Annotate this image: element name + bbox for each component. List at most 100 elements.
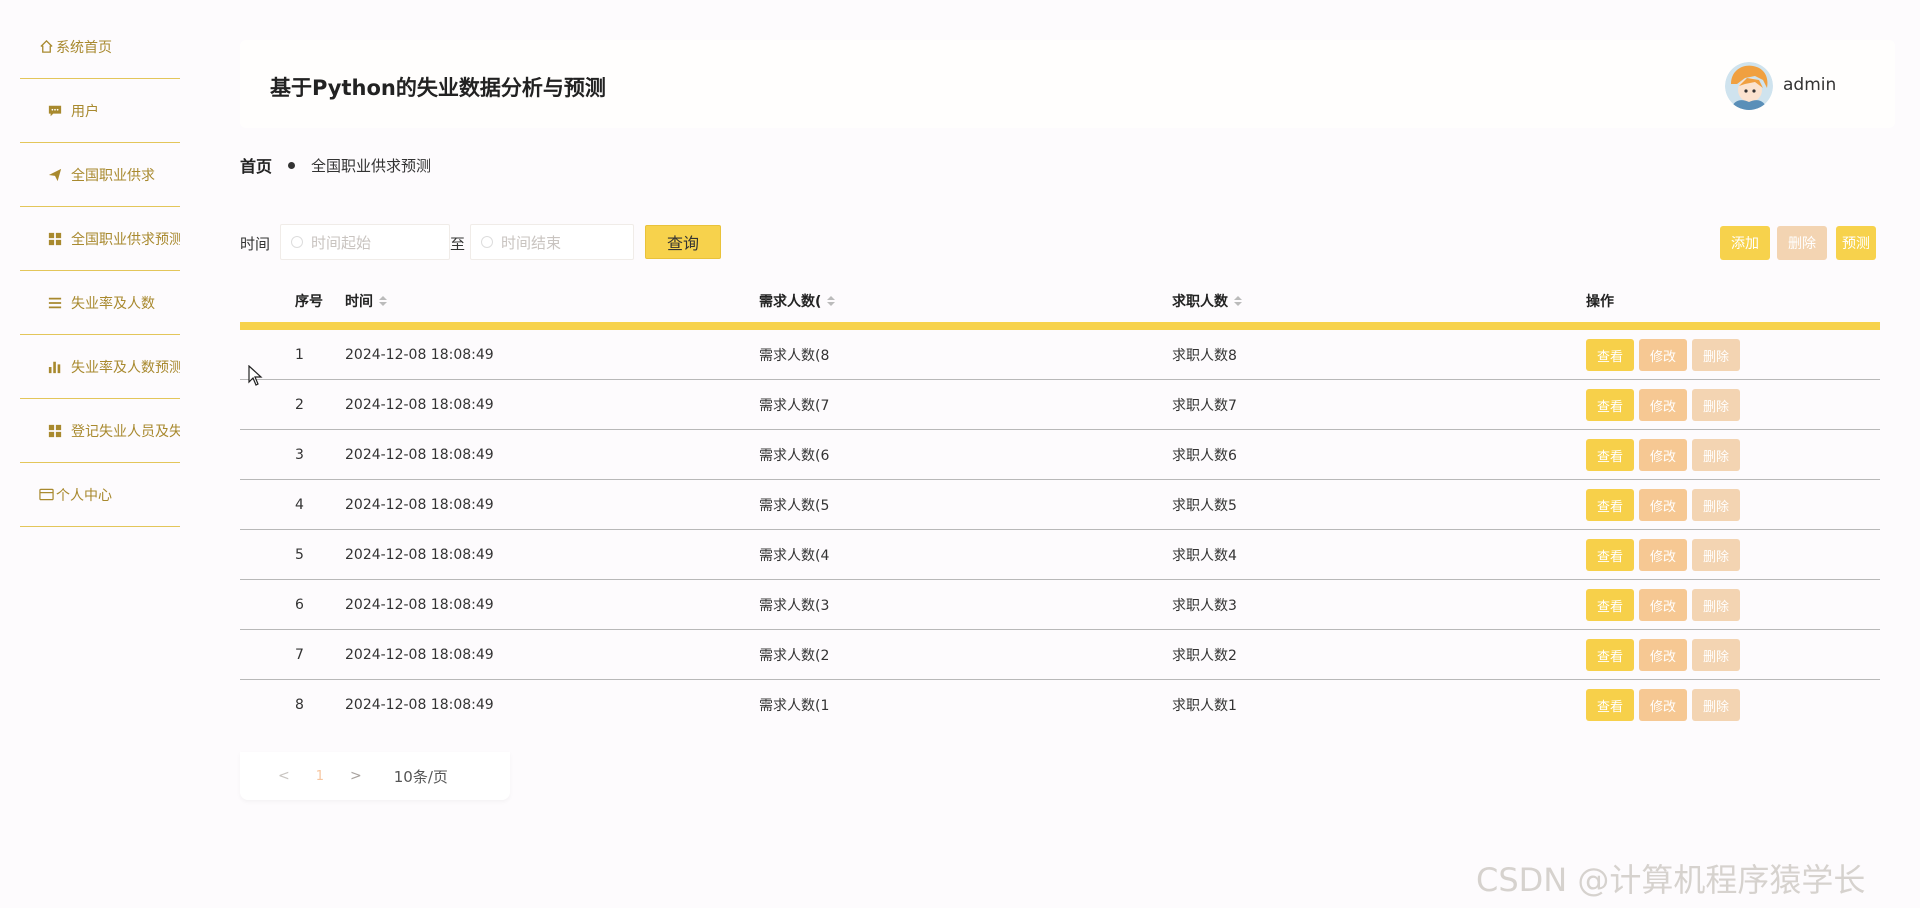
cell-time: 2024-12-08 18:08:49 — [345, 547, 494, 563]
view-button[interactable]: 查看 — [1586, 589, 1634, 621]
list-icon — [47, 295, 63, 311]
table-row[interactable]: 7 2024-12-08 18:08:49 需求人数(2 求职人数2 查看 修改… — [240, 630, 1880, 680]
delete-button[interactable]: 删除 — [1692, 639, 1740, 671]
home-icon — [38, 39, 54, 55]
cell-seekers: 求职人数3 — [1172, 598, 1237, 614]
sort-icon[interactable] — [827, 296, 836, 306]
cell-demand: 需求人数(3 — [759, 598, 830, 614]
table-row[interactable]: 3 2024-12-08 18:08:49 需求人数(6 求职人数6 查看 修改… — [240, 430, 1880, 480]
sidebar-item-users[interactable]: 用户 — [20, 79, 180, 143]
end-time-placeholder: 时间结束 — [501, 233, 562, 252]
clock-icon — [291, 236, 303, 248]
edit-button[interactable]: 修改 — [1639, 589, 1687, 621]
cell-demand: 需求人数(7 — [759, 398, 830, 414]
next-page-button[interactable]: > — [350, 768, 362, 784]
edit-button[interactable]: 修改 — [1639, 489, 1687, 521]
table-row[interactable]: 4 2024-12-08 18:08:49 需求人数(5 求职人数5 查看 修改… — [240, 480, 1880, 530]
cell-time: 2024-12-08 18:08:49 — [345, 497, 494, 513]
cell-time: 2024-12-08 18:08:49 — [345, 697, 494, 713]
cell-time: 2024-12-08 18:08:49 — [345, 597, 494, 613]
table-header: 序号 时间 需求人数( 求职人数 操作 — [240, 280, 1880, 322]
add-button[interactable]: 添加 — [1720, 226, 1770, 260]
view-button[interactable]: 查看 — [1586, 489, 1634, 521]
end-time-input[interactable]: 时间结束 — [470, 224, 634, 260]
col-demand[interactable]: 需求人数( — [759, 280, 836, 322]
current-page[interactable]: 1 — [316, 769, 324, 784]
bar-chart-icon — [47, 359, 63, 375]
predict-button[interactable]: 预测 — [1836, 226, 1876, 260]
sidebar-item-profile[interactable]: 个人中心 — [20, 463, 180, 527]
cell-seekers: 求职人数7 — [1172, 398, 1237, 414]
clock-icon — [481, 236, 493, 248]
cell-seekers: 求职人数1 — [1172, 698, 1237, 714]
sort-icon[interactable] — [1234, 296, 1242, 306]
cell-index: 1 — [295, 347, 304, 363]
sidebar-item-supply-demand-forecast[interactable]: 全国职业供求预测 — [20, 207, 180, 271]
sidebar-item-home[interactable]: 系统首页 — [20, 15, 180, 79]
delete-button[interactable]: 删除 — [1692, 539, 1740, 571]
cell-index: 8 — [295, 697, 304, 713]
send-icon — [47, 167, 63, 183]
edit-button[interactable]: 修改 — [1639, 339, 1687, 371]
cell-index: 3 — [295, 447, 304, 463]
chat-icon — [47, 103, 63, 119]
sidebar-item-registered-unemployed[interactable]: 登记失业人员及失业率 — [20, 399, 180, 463]
cell-demand: 需求人数(8 — [759, 348, 830, 364]
breadcrumb-home[interactable]: 首页 — [240, 153, 272, 177]
user-name[interactable]: admin — [1783, 75, 1836, 95]
cell-demand: 需求人数(4 — [759, 548, 830, 564]
col-seekers[interactable]: 求职人数 — [1172, 280, 1242, 322]
delete-button[interactable]: 删除 — [1692, 689, 1740, 721]
row-actions: 查看 修改 删除 — [1586, 680, 1740, 730]
view-button[interactable]: 查看 — [1586, 689, 1634, 721]
sidebar-item-unemployment-forecast[interactable]: 失业率及人数预测 — [20, 335, 180, 399]
cell-demand: 需求人数(1 — [759, 698, 830, 714]
cell-index: 7 — [295, 647, 304, 663]
sidebar-item-label: 系统首页 — [56, 39, 112, 56]
sidebar-item-supply-demand[interactable]: 全国职业供求 — [20, 143, 180, 207]
query-button[interactable]: 查询 — [645, 225, 721, 259]
avatar[interactable] — [1725, 62, 1773, 110]
delete-button[interactable]: 删除 — [1692, 489, 1740, 521]
start-time-input[interactable]: 时间起始 — [280, 224, 450, 260]
sidebar-item-unemployment[interactable]: 失业率及人数 — [20, 271, 180, 335]
cell-time: 2024-12-08 18:08:49 — [345, 647, 494, 663]
breadcrumb: 首页 全国职业供求预测 — [240, 153, 431, 177]
col-index: 序号 — [295, 294, 323, 310]
table-row[interactable]: 6 2024-12-08 18:08:49 需求人数(3 求职人数3 查看 修改… — [240, 580, 1880, 630]
cell-index: 5 — [295, 547, 304, 563]
range-separator: 至 — [450, 235, 466, 253]
pagination: < 1 > 10条/页 — [240, 752, 510, 800]
sort-icon[interactable] — [379, 296, 387, 306]
page-size-select[interactable]: 10条/页 — [394, 766, 448, 787]
edit-button[interactable]: 修改 — [1639, 539, 1687, 571]
cell-demand: 需求人数(5 — [759, 498, 830, 514]
prev-page-button[interactable]: < — [278, 768, 290, 784]
table-row[interactable]: 8 2024-12-08 18:08:49 需求人数(1 求职人数1 查看 修改… — [240, 680, 1880, 730]
view-button[interactable]: 查看 — [1586, 389, 1634, 421]
batch-delete-button[interactable]: 删除 — [1777, 226, 1827, 260]
edit-button[interactable]: 修改 — [1639, 689, 1687, 721]
sidebar-item-label: 全国职业供求预测 — [71, 231, 180, 248]
delete-button[interactable]: 删除 — [1692, 389, 1740, 421]
col-time[interactable]: 时间 — [345, 280, 387, 322]
row-actions: 查看 修改 删除 — [1586, 430, 1740, 480]
table-row[interactable]: 5 2024-12-08 18:08:49 需求人数(4 求职人数4 查看 修改… — [240, 530, 1880, 580]
view-button[interactable]: 查看 — [1586, 339, 1634, 371]
sidebar-item-label: 登记失业人员及失业率 — [71, 423, 180, 440]
view-button[interactable]: 查看 — [1586, 539, 1634, 571]
table-row[interactable]: 1 2024-12-08 18:08:49 需求人数(8 求职人数8 查看 修改… — [240, 330, 1880, 380]
delete-button[interactable]: 删除 — [1692, 439, 1740, 471]
cell-time: 2024-12-08 18:08:49 — [345, 447, 494, 463]
view-button[interactable]: 查看 — [1586, 639, 1634, 671]
delete-button[interactable]: 删除 — [1692, 589, 1740, 621]
view-button[interactable]: 查看 — [1586, 439, 1634, 471]
breadcrumb-current: 全国职业供求预测 — [311, 156, 432, 175]
cell-seekers: 求职人数5 — [1172, 498, 1237, 514]
edit-button[interactable]: 修改 — [1639, 439, 1687, 471]
delete-button[interactable]: 删除 — [1692, 339, 1740, 371]
sidebar-item-label: 个人中心 — [56, 487, 112, 504]
edit-button[interactable]: 修改 — [1639, 639, 1687, 671]
edit-button[interactable]: 修改 — [1639, 389, 1687, 421]
table-row[interactable]: 2 2024-12-08 18:08:49 需求人数(7 求职人数7 查看 修改… — [240, 380, 1880, 430]
